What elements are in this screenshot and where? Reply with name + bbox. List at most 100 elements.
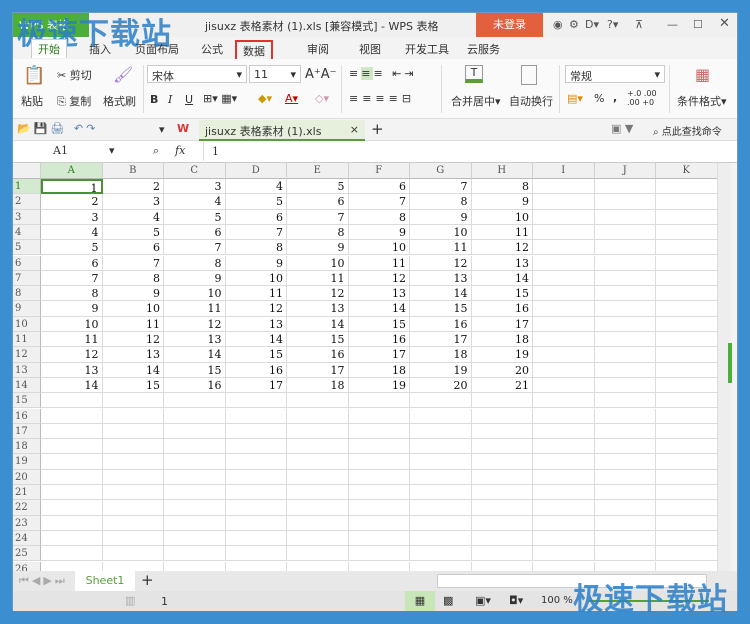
cell[interactable] <box>533 469 595 485</box>
font-name-select[interactable]: 宋体 ▾ <box>147 65 247 83</box>
cell[interactable] <box>533 408 595 424</box>
cell[interactable] <box>164 454 226 470</box>
cell[interactable]: 11 <box>410 240 472 256</box>
cell[interactable]: 5 <box>102 224 164 241</box>
cell[interactable] <box>225 408 287 424</box>
cell[interactable]: 16 <box>225 362 287 378</box>
cell[interactable]: 8 <box>164 255 226 271</box>
cell[interactable]: 11 <box>164 301 226 317</box>
cell[interactable] <box>533 515 595 531</box>
copy-button[interactable]: ⎘ 复制 <box>57 93 91 109</box>
cell[interactable] <box>410 500 472 516</box>
cell[interactable] <box>656 469 717 485</box>
cell[interactable] <box>656 439 717 455</box>
cell[interactable] <box>594 500 656 516</box>
cell[interactable]: 11 <box>102 316 164 332</box>
cell[interactable]: 13 <box>410 270 472 287</box>
close-tab-button[interactable]: × <box>350 123 359 136</box>
cell[interactable]: 8 <box>287 224 349 241</box>
cell[interactable] <box>656 530 717 547</box>
cell[interactable]: 16 <box>410 316 472 332</box>
cell[interactable] <box>102 546 164 562</box>
cell[interactable] <box>287 485 349 501</box>
page-break-view-icon[interactable]: ▩ <box>443 594 453 607</box>
fill-color-icon[interactable]: ◆▾ <box>258 92 272 105</box>
cell[interactable]: 4 <box>225 179 287 195</box>
cell[interactable]: 17 <box>287 362 349 378</box>
cell[interactable]: 4 <box>41 224 103 241</box>
cell[interactable] <box>410 561 472 571</box>
cell[interactable] <box>594 423 656 440</box>
cell[interactable] <box>656 485 717 501</box>
cell[interactable]: 15 <box>225 347 287 363</box>
quick-access-dropdown-icon[interactable]: ▾ <box>159 123 165 136</box>
cell[interactable] <box>594 469 656 485</box>
cell[interactable] <box>164 393 226 409</box>
cell[interactable] <box>41 530 103 547</box>
cell[interactable] <box>41 485 103 501</box>
cell[interactable] <box>472 561 533 571</box>
cell[interactable] <box>410 515 472 531</box>
cell[interactable] <box>656 362 717 378</box>
cell[interactable]: 9 <box>348 224 410 241</box>
cell[interactable] <box>471 515 533 531</box>
cell[interactable]: 10 <box>102 301 164 317</box>
cell[interactable] <box>533 561 595 571</box>
cell[interactable] <box>471 485 533 501</box>
comma-button[interactable]: , <box>613 91 617 104</box>
cell[interactable] <box>287 393 349 409</box>
paste-button[interactable]: 粘贴 <box>21 93 43 109</box>
cell[interactable] <box>164 561 226 571</box>
cell[interactable] <box>102 454 164 470</box>
conditional-format-button[interactable]: 条件格式▾ <box>677 93 727 109</box>
cell[interactable] <box>594 515 656 531</box>
cell[interactable]: 19 <box>410 362 472 378</box>
sheet-nav-icons[interactable]: ⏮◀▶⏭ <box>19 574 68 588</box>
cell[interactable]: 8 <box>471 179 533 195</box>
cell[interactable] <box>226 561 287 571</box>
minimize-icon[interactable]: — <box>667 18 678 31</box>
cell[interactable]: 5 <box>41 240 103 256</box>
cell[interactable]: 9 <box>41 301 103 317</box>
cell[interactable]: 6 <box>102 240 164 256</box>
cell[interactable]: 13 <box>41 362 103 378</box>
font-color-icon[interactable]: A▾ <box>285 92 298 105</box>
cell[interactable]: 16 <box>348 332 410 348</box>
tab-8[interactable]: 云服务 <box>461 40 506 58</box>
cell[interactable] <box>102 530 164 547</box>
cell[interactable] <box>533 332 595 348</box>
cell[interactable]: 6 <box>287 194 349 210</box>
cell[interactable] <box>348 408 410 424</box>
cell[interactable] <box>533 485 595 501</box>
cell[interactable]: 7 <box>287 209 349 225</box>
cell[interactable]: 10 <box>41 316 103 332</box>
cell[interactable] <box>164 500 226 516</box>
new-tab-button[interactable]: + <box>371 120 384 138</box>
cell[interactable] <box>102 439 164 455</box>
cell[interactable] <box>594 179 656 195</box>
cell[interactable]: 19 <box>471 347 533 363</box>
cell[interactable]: 3 <box>102 194 164 210</box>
cell[interactable]: 9 <box>164 270 226 287</box>
cell[interactable] <box>594 347 656 363</box>
cell[interactable]: 2 <box>102 179 164 195</box>
cell[interactable]: 9 <box>471 194 533 210</box>
cell[interactable] <box>41 561 103 571</box>
cell[interactable] <box>471 546 533 562</box>
cell[interactable] <box>656 454 717 470</box>
horizontal-align-icons[interactable]: ≡≡≡≡⊟ <box>349 92 415 105</box>
cell[interactable]: 7 <box>102 255 164 271</box>
formula-input[interactable]: 1 <box>203 142 723 161</box>
cell[interactable] <box>410 408 472 424</box>
cell[interactable] <box>471 454 533 470</box>
name-box[interactable]: A1 ▾ <box>13 142 119 161</box>
cell[interactable] <box>287 469 349 485</box>
cell[interactable] <box>533 255 595 271</box>
cell[interactable]: 7 <box>41 270 103 287</box>
tab-6[interactable]: 视图 <box>353 40 387 58</box>
cell[interactable]: 10 <box>164 286 226 302</box>
cell[interactable] <box>594 255 656 271</box>
format-painter-icon[interactable]: 🖌 <box>113 65 133 84</box>
cell[interactable] <box>656 316 717 332</box>
cell[interactable] <box>164 408 226 424</box>
